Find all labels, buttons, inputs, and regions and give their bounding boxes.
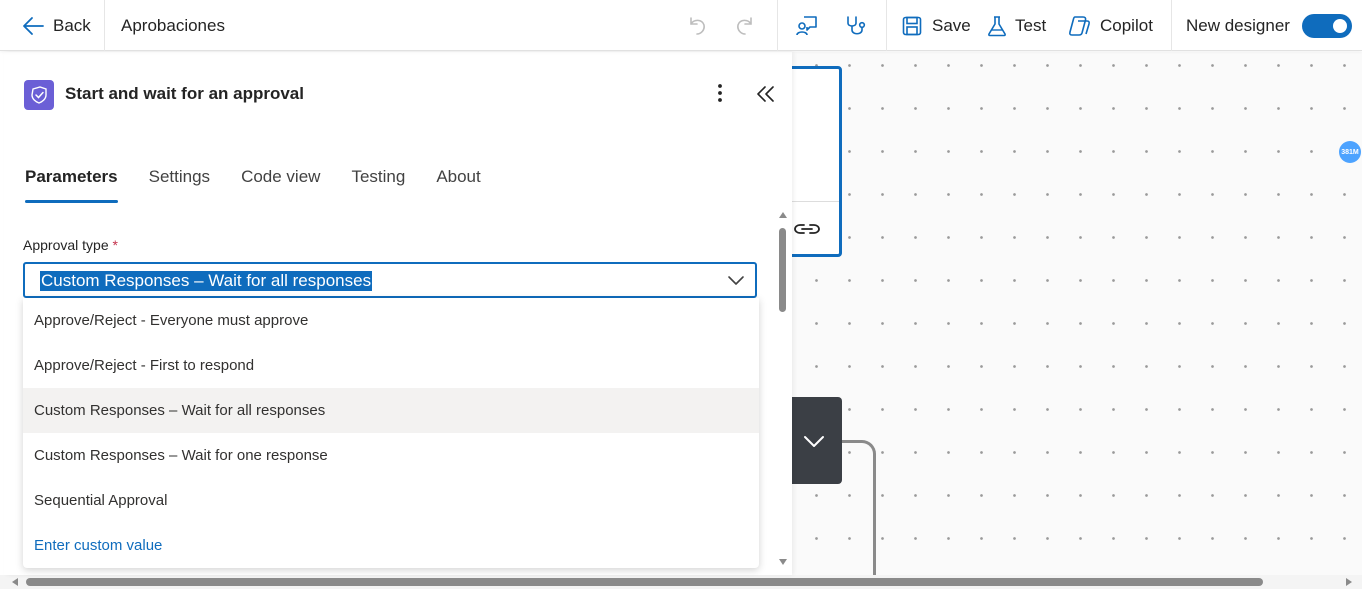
flask-icon: [987, 15, 1007, 37]
action-details-panel: Start and wait for an approval Parameter…: [4, 52, 792, 575]
more-vertical-icon[interactable]: [709, 82, 731, 109]
flow-connector: [842, 440, 876, 575]
chevron-down-icon[interactable]: [727, 274, 745, 292]
dropdown-option[interactable]: Custom Responses – Wait for one response: [23, 433, 759, 478]
copilot-icon: [1067, 15, 1091, 37]
save-label: Save: [932, 15, 971, 35]
horizontal-scrollbar[interactable]: [0, 575, 1362, 589]
scroll-left-arrow[interactable]: [12, 578, 18, 586]
flow-name[interactable]: Aprobaciones: [121, 0, 225, 51]
collapsed-action-node[interactable]: [792, 397, 842, 484]
approval-type-label-text: Approval type: [23, 237, 109, 253]
undo-button[interactable]: [686, 0, 708, 51]
tab-settings[interactable]: Settings: [149, 167, 210, 204]
approval-type-select[interactable]: Custom Responses – Wait for all response…: [23, 262, 757, 298]
divider: [1171, 0, 1172, 51]
panel-title: Start and wait for an approval: [65, 84, 304, 103]
feedback-button[interactable]: [795, 0, 819, 51]
dropdown-option[interactable]: Sequential Approval: [23, 478, 759, 523]
save-icon: [901, 15, 923, 37]
required-mark: *: [112, 237, 118, 253]
command-bar: Back Aprobaciones Save Test Copilot New …: [0, 0, 1362, 51]
dropdown-option-selected[interactable]: Custom Responses – Wait for all response…: [23, 388, 759, 433]
flow-checker-button[interactable]: [844, 0, 868, 51]
undo-icon: [686, 15, 708, 37]
test-label: Test: [1015, 15, 1047, 35]
double-chevron-left-icon[interactable]: [756, 84, 776, 109]
approval-type-label: Approval type *: [23, 237, 118, 253]
chevron-down-icon[interactable]: [802, 431, 826, 456]
panel-tabs: Parameters Settings Code view Testing Ab…: [25, 167, 512, 207]
enter-custom-value-option[interactable]: Enter custom value: [23, 523, 759, 568]
redo-icon: [734, 15, 756, 37]
arrow-left-icon: [22, 15, 44, 37]
redo-button[interactable]: [734, 0, 756, 51]
back-button[interactable]: Back: [22, 0, 91, 51]
approval-type-value[interactable]: Custom Responses – Wait for all response…: [40, 271, 373, 291]
toggle-knob: [1333, 19, 1347, 33]
node-divider: [792, 201, 839, 202]
flow-canvas[interactable]: [792, 52, 1362, 575]
tab-parameters[interactable]: Parameters: [25, 167, 118, 204]
scroll-right-arrow[interactable]: [1346, 578, 1352, 586]
feedback-icon: [795, 14, 819, 38]
scroll-up-arrow[interactable]: [779, 212, 787, 218]
save-button[interactable]: Save: [901, 0, 971, 51]
tab-about[interactable]: About: [436, 167, 480, 204]
dropdown-option[interactable]: Approve/Reject - Everyone must approve: [23, 298, 759, 343]
selected-action-node[interactable]: [792, 66, 842, 257]
divider: [777, 0, 778, 51]
tab-testing[interactable]: Testing: [351, 167, 405, 204]
horizontal-scrollbar-thumb[interactable]: [26, 578, 1263, 586]
new-designer-label: New designer: [1186, 15, 1290, 35]
approval-icon: [24, 80, 54, 110]
tab-code-view[interactable]: Code view: [241, 167, 320, 204]
link-icon[interactable]: [793, 219, 821, 244]
new-designer-toggle[interactable]: [1302, 14, 1352, 38]
stethoscope-icon: [844, 14, 868, 38]
test-button[interactable]: Test: [987, 0, 1046, 51]
back-label: Back: [53, 15, 91, 35]
dropdown-option[interactable]: Approve/Reject - First to respond: [23, 343, 759, 388]
divider: [104, 0, 105, 51]
divider: [886, 0, 887, 51]
memory-badge: 381M: [1339, 141, 1361, 163]
copilot-label: Copilot: [1100, 15, 1153, 35]
approval-type-dropdown: Approve/Reject - Everyone must approve A…: [23, 298, 759, 568]
scroll-down-arrow[interactable]: [779, 559, 787, 565]
panel-scrollbar-thumb[interactable]: [779, 228, 786, 312]
copilot-button[interactable]: Copilot: [1067, 0, 1153, 51]
